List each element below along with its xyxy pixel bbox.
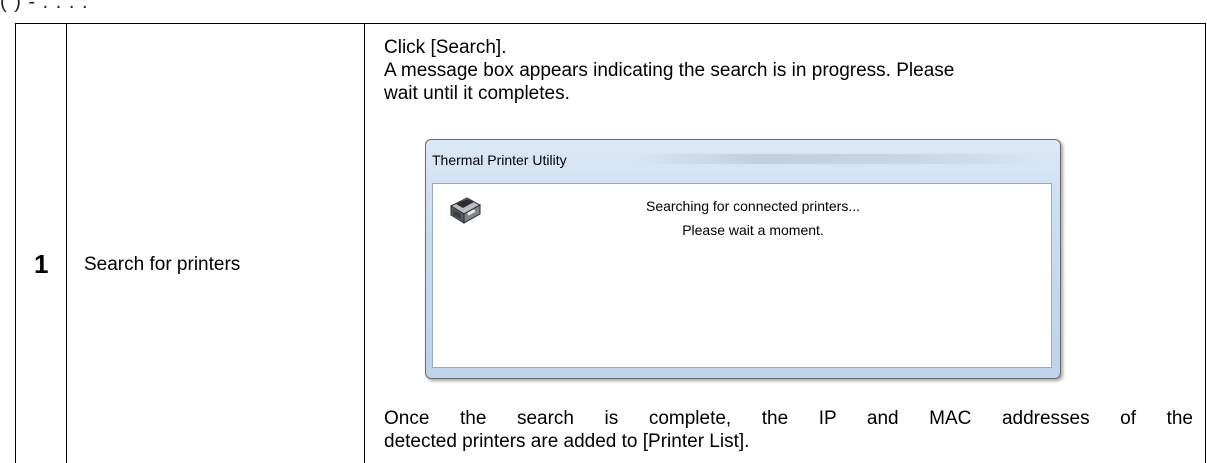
step-result-description: Once the search is complete, the IP and …	[384, 407, 1194, 453]
description-line: Click [Search].	[384, 37, 507, 58]
blurred-title-bar	[636, 154, 1036, 164]
step-title: Search for printers	[84, 254, 241, 275]
dialog-title: Thermal Printer Utility	[432, 152, 567, 168]
dialog-message: Please wait a moment.	[682, 222, 824, 238]
description-line: detected printers are added to [Printer …	[384, 431, 750, 452]
description-line: A message box appears indicating the sea…	[384, 60, 955, 81]
column-divider	[66, 23, 67, 463]
dialog-message: Searching for connected printers...	[645, 198, 860, 214]
dialog-body: Searching for connected printers... Plea…	[432, 183, 1052, 368]
cropped-heading-fragment: ( ) - . . . .	[0, 0, 89, 13]
step-description: Click [Search]. A message box appears in…	[384, 36, 1194, 105]
step-number: 1	[34, 249, 49, 279]
message-dialog-screenshot: Thermal Printer Utility Searching for co…	[425, 139, 1061, 379]
column-divider	[364, 23, 365, 463]
column-divider	[1205, 23, 1206, 463]
description-line: wait until it completes.	[384, 83, 570, 104]
description-line: Once the search is complete, the IP and …	[384, 408, 1193, 429]
